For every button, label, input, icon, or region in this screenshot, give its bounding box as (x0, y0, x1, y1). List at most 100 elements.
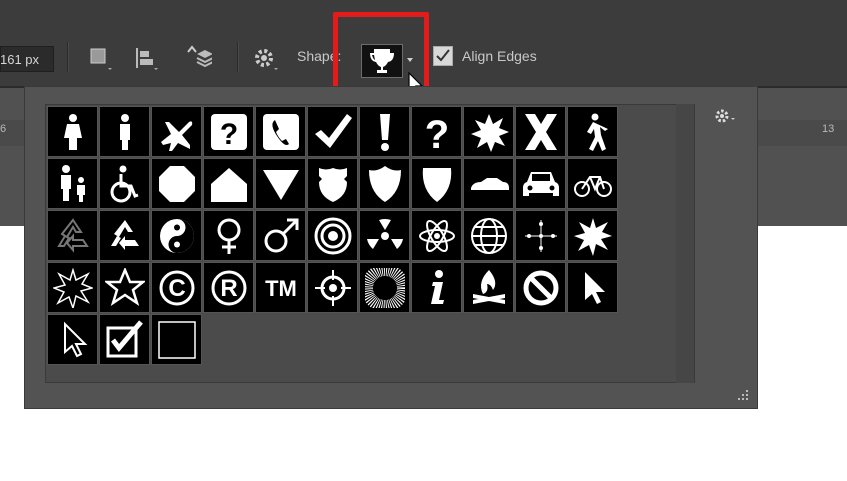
shape-cell[interactable] (359, 210, 410, 261)
man-icon (120, 114, 130, 150)
parent-child-icon (61, 165, 85, 202)
checkmark-icon (315, 114, 352, 148)
starburst-circle-icon (365, 268, 405, 308)
shape-cell[interactable] (411, 158, 462, 209)
shape-cell[interactable] (515, 262, 566, 313)
resize-grip-icon[interactable] (736, 388, 750, 402)
shape-cell[interactable] (463, 210, 514, 261)
shape-cell[interactable] (151, 314, 202, 365)
airplane-icon (161, 121, 193, 151)
shape-cell[interactable] (151, 210, 202, 261)
shape-cell[interactable] (359, 158, 410, 209)
arrow-cursor-outline-icon (64, 321, 88, 358)
octagon-icon (159, 166, 195, 202)
shape-cell[interactable] (99, 106, 150, 157)
star-outline-icon (105, 268, 145, 306)
path-alignment-icon[interactable] (132, 44, 162, 74)
shape-cell[interactable] (99, 158, 150, 209)
female-symbol-icon (217, 218, 241, 254)
explosion-outline-icon (53, 268, 93, 308)
svg-text:C: C (168, 275, 185, 302)
empty-square-icon (158, 321, 196, 359)
shape-cell[interactable] (567, 210, 618, 261)
align-edges-label: Align Edges (462, 48, 537, 64)
shape-cell[interactable]: ? (203, 106, 254, 157)
atom-icon (419, 219, 455, 253)
exclamation-icon (380, 114, 390, 151)
globe-icon (471, 218, 507, 254)
shape-cell[interactable] (47, 314, 98, 365)
shape-cell[interactable] (411, 262, 462, 313)
ruler-number: 6 (0, 123, 7, 135)
registered-icon: R (211, 270, 247, 306)
police-badge-icon (319, 168, 347, 202)
shape-cell[interactable] (359, 106, 410, 157)
toolbar-separator (237, 42, 239, 72)
gear-icon[interactable] (251, 44, 281, 74)
bicycle-icon (574, 176, 612, 197)
shape-cell[interactable] (307, 262, 358, 313)
shape-cell[interactable] (567, 158, 618, 209)
car-side-icon (471, 178, 509, 190)
shape-cell[interactable] (515, 210, 566, 261)
svg-text:TM: TM (265, 276, 297, 301)
shape-cell[interactable] (307, 210, 358, 261)
no-symbol-icon (523, 270, 559, 306)
shape-cell[interactable] (151, 158, 202, 209)
shape-cell[interactable] (359, 262, 410, 313)
shape-cell[interactable] (99, 210, 150, 261)
shape-cell[interactable] (47, 262, 98, 313)
pedestrian-icon (587, 113, 608, 151)
ruler-number: 13 (822, 123, 835, 135)
svg-text:?: ? (220, 118, 238, 151)
shape-cell[interactable] (47, 158, 98, 209)
shape-cell[interactable] (151, 106, 202, 157)
car-front-icon (523, 172, 559, 196)
shape-cell[interactable]: R (203, 262, 254, 313)
shape-cell[interactable] (515, 158, 566, 209)
recycle-icon (111, 220, 139, 250)
shape-cell[interactable] (515, 106, 566, 157)
explosion-icon (574, 218, 612, 256)
shape-cell[interactable] (463, 262, 514, 313)
shape-cell[interactable] (203, 158, 254, 209)
shape-cell[interactable] (255, 210, 306, 261)
campfire-icon (473, 270, 505, 304)
shape-cell[interactable]: TM (255, 262, 306, 313)
x-mark-icon (525, 114, 557, 150)
panel-settings-gear-icon[interactable] (713, 106, 739, 126)
shape-cell[interactable] (255, 158, 306, 209)
shape-cell[interactable] (47, 106, 98, 157)
shape-cell[interactable] (567, 262, 618, 313)
shape-cell[interactable] (203, 210, 254, 261)
shape-cell[interactable] (307, 158, 358, 209)
shield-plain-icon (422, 168, 452, 202)
shape-cell[interactable] (463, 106, 514, 157)
woman-icon (64, 114, 82, 150)
checkmark-icon (436, 49, 450, 62)
path-operations-icon[interactable] (86, 44, 116, 74)
shape-cell[interactable] (411, 210, 462, 261)
path-arrangement-icon[interactable] (182, 44, 212, 74)
align-edges-checkbox[interactable] (433, 46, 453, 66)
house-icon (211, 168, 247, 202)
radiation-icon (367, 218, 403, 249)
arrow-cursor-icon (585, 272, 605, 304)
question-icon: ? (425, 113, 449, 152)
shape-cell[interactable] (307, 106, 358, 157)
panel-scrollbar[interactable] (676, 104, 694, 383)
shape-cell[interactable] (99, 314, 150, 365)
shape-cell[interactable]: ? (411, 106, 462, 157)
width-field[interactable]: 161 px (0, 46, 54, 72)
shape-cell[interactable]: C (151, 262, 202, 313)
shape-cell[interactable] (255, 106, 306, 157)
shape-cell[interactable] (567, 106, 618, 157)
shape-cell[interactable] (47, 210, 98, 261)
shape-cell[interactable] (99, 262, 150, 313)
question-box-icon: ? (211, 114, 247, 151)
info-icon (431, 270, 444, 304)
recycle-outline-icon (57, 218, 89, 253)
target-icon (314, 217, 352, 255)
shape-cell[interactable] (463, 158, 514, 209)
toolbar-separator (67, 42, 69, 72)
